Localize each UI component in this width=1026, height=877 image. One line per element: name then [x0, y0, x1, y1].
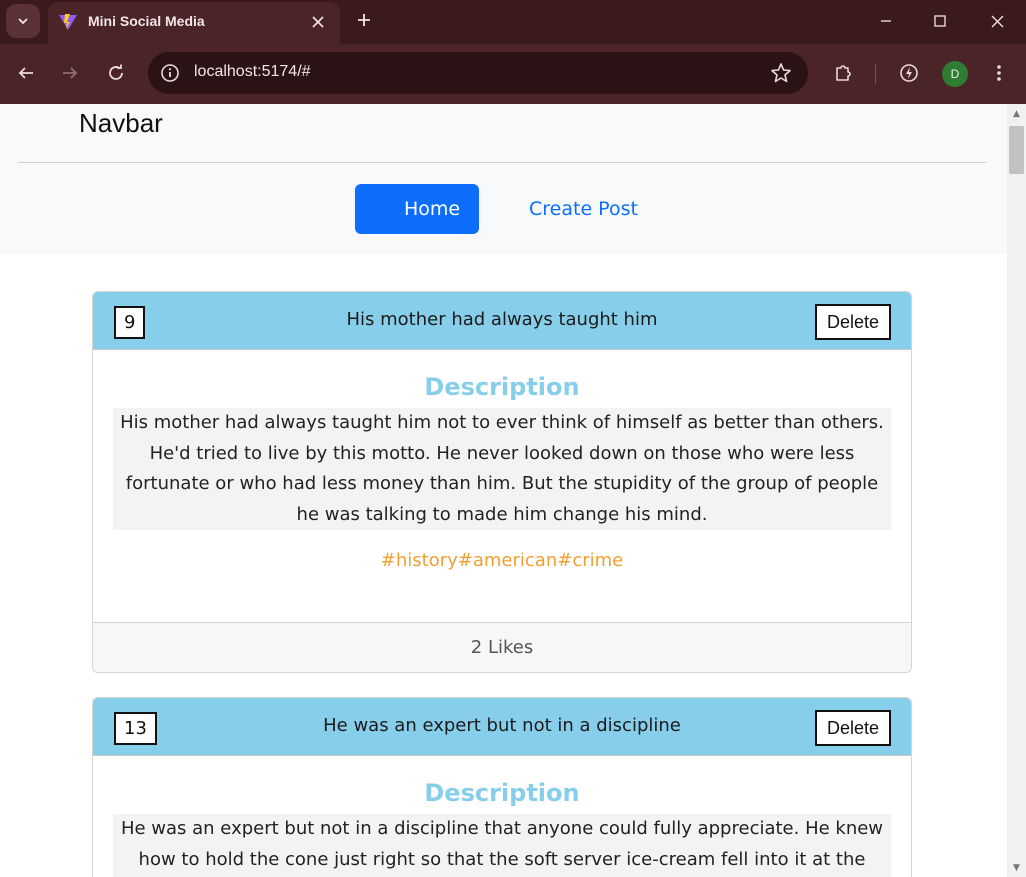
- post-card-body: Description His mother had always taught…: [93, 350, 911, 622]
- maximize-icon: [934, 15, 946, 27]
- forward-button[interactable]: [56, 59, 84, 87]
- back-button[interactable]: [12, 59, 40, 87]
- navbar-brand[interactable]: Navbar: [79, 108, 163, 139]
- page-viewport: Navbar Home Create Post 9 His mother had…: [0, 104, 1007, 877]
- vite-logo-icon: [59, 14, 77, 30]
- delete-post-button[interactable]: Delete: [815, 304, 891, 340]
- close-tab-icon[interactable]: [308, 12, 328, 32]
- minimize-icon: [881, 20, 891, 22]
- nav-link-create-post[interactable]: Create Post: [529, 198, 638, 220]
- post-card-body: Description He was an expert but not in …: [93, 756, 911, 877]
- scroll-up-arrow-icon[interactable]: ▲: [1011, 108, 1022, 119]
- minimize-window-button[interactable]: [872, 8, 900, 34]
- reload-icon: [109, 64, 123, 80]
- browser-toolbar: localhost:5174/# D: [0, 44, 1026, 104]
- chevron-down-icon: [18, 18, 28, 25]
- description-heading: Description: [424, 373, 580, 401]
- nav-link-home[interactable]: Home: [355, 184, 479, 234]
- profile-avatar[interactable]: D: [942, 61, 968, 87]
- post-description: His mother had always taught him not to …: [113, 408, 891, 530]
- description-heading: Description: [424, 779, 580, 807]
- reload-button[interactable]: [102, 59, 130, 87]
- address-bar[interactable]: localhost:5174/#: [148, 52, 808, 94]
- post-likes: 2 Likes: [93, 622, 911, 672]
- browser-tab-strip: Mini Social Media: [0, 0, 1026, 44]
- bookmark-star-icon[interactable]: [770, 62, 792, 84]
- arrow-right-icon: [63, 67, 78, 79]
- leaf-icon: [900, 64, 918, 82]
- extensions-button[interactable]: [829, 59, 857, 87]
- page-scrollbar[interactable]: ▲ ▼: [1007, 104, 1026, 877]
- close-window-button[interactable]: [983, 8, 1011, 34]
- tab-title: Mini Social Media: [88, 13, 205, 29]
- plus-icon: [358, 14, 370, 26]
- navbar: Navbar Home Create Post: [0, 104, 1007, 254]
- post-description: He was an expert but not in a discipline…: [113, 814, 891, 877]
- browser-tab[interactable]: Mini Social Media: [48, 2, 340, 44]
- post-title: His mother had always taught him: [346, 309, 658, 330]
- scroll-down-arrow-icon[interactable]: ▼: [1011, 862, 1022, 873]
- navbar-divider: [18, 162, 986, 163]
- browser-menu-button[interactable]: [985, 59, 1013, 87]
- arrow-left-icon: [18, 67, 33, 79]
- maximize-window-button[interactable]: [926, 8, 954, 34]
- address-url[interactable]: localhost:5174/#: [194, 63, 311, 81]
- post-tags: #history#american#crime: [380, 550, 624, 571]
- new-tab-button[interactable]: [352, 8, 376, 32]
- puzzle-icon: [836, 65, 851, 81]
- post-card: 9 His mother had always taught him Delet…: [92, 291, 912, 673]
- tab-search-button[interactable]: [6, 4, 40, 38]
- post-card: 13 He was an expert but not in a discipl…: [92, 697, 912, 877]
- toolbar-separator: [875, 64, 876, 84]
- post-title: He was an expert but not in a discipline: [323, 715, 681, 736]
- scrollbar-thumb[interactable]: [1009, 126, 1024, 174]
- delete-post-button[interactable]: Delete: [815, 710, 891, 746]
- post-card-header: 13 He was an expert but not in a discipl…: [93, 698, 911, 756]
- site-info-icon[interactable]: [160, 63, 180, 83]
- performance-button[interactable]: [895, 59, 923, 87]
- close-icon: [991, 15, 1003, 27]
- post-card-header: 9 His mother had always taught him Delet…: [93, 292, 911, 350]
- more-vertical-icon: [997, 65, 1001, 81]
